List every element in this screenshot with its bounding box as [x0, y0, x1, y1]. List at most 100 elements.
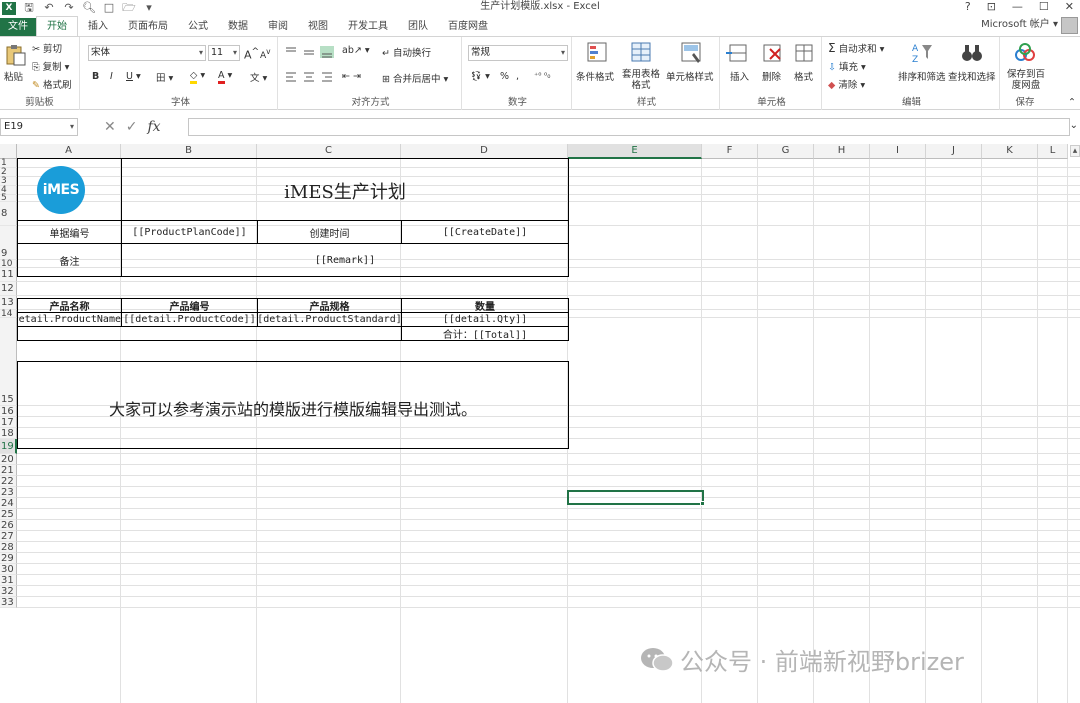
formula-input[interactable] [188, 118, 1070, 136]
copy-button[interactable]: ⎘ 复制 ▾ [32, 59, 69, 73]
bold-button[interactable]: B [92, 71, 99, 82]
conditional-format-icon[interactable] [586, 41, 610, 65]
tab-developer[interactable]: 开发工具 [338, 18, 398, 36]
sort-filter-icon[interactable]: AZ [910, 41, 934, 65]
column-header-g[interactable]: G [758, 144, 814, 159]
orientation-button[interactable]: ab↗ ▾ [342, 45, 370, 56]
phonetic-button[interactable]: 文 ▾ [250, 70, 267, 84]
insert-function-icon[interactable]: fx [147, 119, 160, 135]
column-header-i[interactable]: I [870, 144, 926, 159]
accounting-format-button[interactable]: 💱︎ ▾ [470, 71, 490, 82]
help-icon[interactable]: ? [965, 0, 971, 14]
row-header-12[interactable]: 12 [0, 282, 17, 296]
avatar[interactable] [1061, 17, 1078, 34]
column-header-f[interactable]: F [702, 144, 758, 159]
insert-cells-icon[interactable] [726, 41, 750, 65]
active-cell-selection[interactable] [567, 490, 704, 505]
row-header-8[interactable]: 8 [0, 202, 17, 226]
col-header-product-name[interactable]: 产品名称 [18, 299, 121, 312]
row-header-19[interactable]: 19 [0, 439, 17, 454]
row-header-11[interactable]: 11 [0, 268, 17, 282]
cut-button[interactable]: ✂ 剪切 [32, 41, 62, 55]
fill-handle[interactable] [700, 501, 705, 506]
number-format-select[interactable]: 常规 ▾ [468, 45, 568, 61]
row-header-21[interactable]: 21 [0, 465, 17, 476]
account-link[interactable]: Microsoft 帐户 ▾ [981, 18, 1058, 32]
row-header-23[interactable]: 23 [0, 487, 17, 498]
column-header-e[interactable]: E [568, 144, 702, 159]
indent-buttons[interactable]: ⇤ ⇥ [342, 71, 361, 82]
row-header-33[interactable]: 33 [0, 597, 17, 608]
tab-review[interactable]: 审阅 [258, 18, 298, 36]
ribbon-display-icon[interactable]: ⊡ [987, 0, 996, 14]
row-header-32[interactable]: 32 [0, 586, 17, 597]
autosum-button[interactable]: Σ 自动求和 ▾ [828, 41, 884, 55]
remark-value[interactable]: [[Remark]] [122, 244, 568, 277]
note-text[interactable]: 大家可以参考演示站的模版进行模版编辑导出测试。 [18, 388, 568, 428]
format-painter-button[interactable]: ✎ 格式刷 [32, 77, 72, 91]
merge-center-button[interactable]: ⊞ 合并后居中 ▾ [382, 71, 448, 85]
format-button[interactable]: 格式 [794, 69, 813, 83]
format-as-table-button[interactable]: 套用表格格式 [618, 69, 664, 91]
shrink-font-button[interactable]: Av [260, 47, 271, 61]
underline-dropdown[interactable]: ▾ [136, 71, 141, 82]
font-name-select[interactable]: 宋体 ▾ [88, 45, 206, 61]
tab-page-layout[interactable]: 页面布局 [118, 18, 178, 36]
underline-button[interactable]: U [126, 71, 133, 82]
total-value[interactable]: 合计：[[Total]] [402, 327, 568, 340]
delete-button[interactable]: 删除 [762, 69, 781, 83]
expand-formula-bar-icon[interactable]: ⌄ [1070, 120, 1078, 131]
tab-formulas[interactable]: 公式 [178, 18, 218, 36]
column-header-h[interactable]: H [814, 144, 870, 159]
scroll-up-button[interactable]: ▴ [1070, 145, 1080, 157]
tab-view[interactable]: 视图 [298, 18, 338, 36]
doc-no-label[interactable]: 单据编号 [18, 221, 121, 244]
grow-font-button[interactable]: A^ [244, 46, 259, 62]
worksheet-grid[interactable]: ABCDEFGHIJKL 1 2 3 4 5 8 9 10 11 12 13 14 15 16 17 18 19… [0, 144, 1080, 703]
row-header-15[interactable]: 15 [0, 318, 17, 406]
paste-icon[interactable] [4, 43, 28, 67]
name-box[interactable]: E19 ▾ [0, 118, 78, 136]
detail-product-spec[interactable]: [detail.ProductStandard] [258, 313, 401, 326]
vertical-align-icons[interactable] [284, 45, 340, 59]
column-header-c[interactable]: C [257, 144, 401, 159]
detail-product-code[interactable]: [[detail.ProductCode]] [122, 313, 257, 326]
clear-button[interactable]: ◆ 清除 ▾ [828, 77, 865, 91]
italic-button[interactable]: I [110, 71, 113, 82]
font-color-button[interactable]: A ▾ [218, 70, 232, 84]
row-header-14[interactable]: 14 [0, 310, 17, 319]
tab-team[interactable]: 团队 [398, 18, 438, 36]
column-header-j[interactable]: J [926, 144, 982, 159]
tab-data[interactable]: 数据 [218, 18, 258, 36]
row-header-10[interactable]: 10 [0, 260, 17, 269]
row-header-9[interactable]: 9 [0, 226, 17, 260]
col-header-product-spec[interactable]: 产品规格 [258, 299, 401, 312]
enter-icon[interactable]: ✓ [126, 119, 138, 135]
cell-styles-button[interactable]: 单元格样式 [666, 69, 714, 83]
horizontal-align-icons[interactable] [284, 71, 340, 83]
row-header-20[interactable]: 20 [0, 454, 17, 465]
row-header-16[interactable]: 16 [0, 406, 17, 417]
col-header-product-code[interactable]: 产品编号 [122, 299, 257, 312]
row-header-17[interactable]: 17 [0, 417, 17, 428]
detail-product-name[interactable]: detail.ProductName [18, 313, 121, 326]
fill-button[interactable]: ⇩ 填充 ▾ [828, 59, 866, 73]
maximize-icon[interactable]: ☐ [1039, 0, 1049, 14]
tab-file[interactable]: 文件 [0, 18, 36, 36]
row-header-18[interactable]: 18 [0, 428, 17, 439]
tab-insert[interactable]: 插入 [78, 18, 118, 36]
tab-home[interactable]: 开始 [36, 16, 78, 36]
row-header-30[interactable]: 30 [0, 564, 17, 575]
cancel-icon[interactable]: ✕ [104, 119, 116, 135]
row-header-28[interactable]: 28 [0, 542, 17, 553]
row-header-13[interactable]: 13 [0, 296, 17, 310]
row-header-29[interactable]: 29 [0, 553, 17, 564]
col-header-qty[interactable]: 数量 [402, 299, 568, 312]
close-icon[interactable]: ✕ [1065, 0, 1074, 14]
conditional-format-button[interactable]: 条件格式 [576, 69, 614, 83]
delete-cells-icon[interactable] [760, 41, 784, 65]
find-select-button[interactable]: 查找和选择 [948, 69, 996, 83]
save-to-baidu-button[interactable]: 保存到百度网盘 [1004, 69, 1048, 91]
decimal-buttons[interactable]: ⁺⁰ ⁰₀ [534, 71, 550, 80]
select-all-corner[interactable] [0, 144, 17, 159]
